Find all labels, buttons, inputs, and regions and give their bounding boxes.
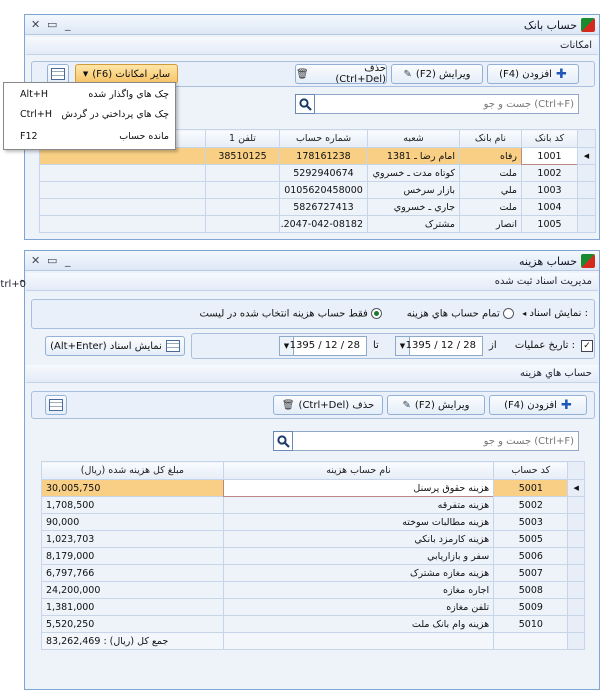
more-options-button[interactable]: سایر امکانات (F6) ▼ (75, 64, 178, 84)
edit-button[interactable]: ویرایش (F2) ✎ (391, 64, 483, 84)
show-docs-panel: ◂ نمایش اسناد : تمام حساب هاي هزينه فقط … (31, 299, 595, 329)
grid-icon (49, 399, 63, 411)
app-logo-icon (581, 254, 595, 268)
expense-window-titlebar: ✕ ▭ _ حساب هزینه (25, 251, 599, 271)
minimize-icon[interactable]: _ (65, 18, 71, 31)
search-input[interactable]: جست و جو (Ctrl+F) (273, 431, 579, 451)
table-row[interactable]: 5002 هزینه متفرقه 1,708,500 (41, 496, 585, 514)
col-header-account-number[interactable]: شماره حساب (279, 129, 368, 148)
date-from-picker[interactable]: ▼ 1395 / 12 / 28 (395, 336, 483, 356)
window-title: حساب هزینه (519, 255, 577, 268)
table-row[interactable]: 1004 ملت جاري ـ خسروي 5826727413 (39, 198, 596, 216)
section-header-docs: مدیریت اسناد ثبت شده ⌃ Ctrl+0 (0, 273, 598, 291)
total-row: جمع کل (ریال) : 83,262,469 (41, 632, 585, 650)
radio-all-accounts[interactable]: تمام حساب هاي هزينه (407, 308, 514, 320)
col-header-bank-code[interactable]: کد بانک (521, 129, 578, 148)
restore-icon[interactable]: ▭ (47, 254, 57, 267)
menu-item-transferred-cheques[interactable]: چک هاي واگذار شده Alt+H (4, 85, 175, 105)
search-icon[interactable] (295, 94, 315, 114)
search-input[interactable]: جست و جو (Ctrl+F) (295, 94, 579, 114)
grid-settings-button[interactable] (47, 64, 69, 84)
date-to-picker[interactable]: ▼ 1395 / 12 / 28 (279, 336, 367, 356)
col-header-bank-name[interactable]: نام بانک (459, 129, 522, 148)
plus-icon: ✚ (560, 397, 572, 413)
table-icon (165, 340, 180, 352)
table-row[interactable]: 5009 تلفن مغازه 1,381,000 (41, 598, 585, 616)
table-row[interactable]: 5010 هزینه وام بانک ملت 5,520,250 (41, 615, 585, 633)
table-row[interactable]: 5007 هزینه مغازه مشترک 6,797,766 (41, 564, 585, 582)
to-label: تا (373, 340, 379, 351)
plus-icon: ✚ (555, 66, 567, 82)
radio-circle-checked[interactable] (371, 308, 382, 319)
radio-selected-account[interactable]: فقط حساب هزينه انتخاب شده در ليست (199, 308, 382, 320)
radio-circle[interactable] (503, 308, 514, 319)
col-header-total-amount[interactable]: مبلغ کل هزینه شده (ریال) (41, 461, 224, 480)
delete-button[interactable]: حذف (Ctrl+Del) 🗑 (273, 395, 383, 415)
table-row[interactable]: 1003 ملي بازار سرخس 0105620458000 (39, 181, 596, 199)
bank-window-titlebar: ✕ ▭ _ حساب بانک (25, 15, 599, 35)
delete-button[interactable]: حذف (Ctrl+Del) 🗑 (295, 63, 387, 85)
row-pointer-icon: ◀ (577, 147, 596, 165)
table-row[interactable]: 5006 سفر و بازاریابي 8,179,000 (41, 547, 585, 565)
table-row[interactable]: 1002 ملت کوتاه مدت ـ خسروي 5292940674 (39, 164, 596, 182)
show-docs-label: ◂ نمایش اسناد : (522, 308, 588, 319)
expense-accounts-table: کد حساب نام حساب هزینه مبلغ کل هزینه شده… (41, 461, 585, 650)
add-button[interactable]: ✚ افزودن (F4) (487, 64, 579, 84)
table-row[interactable]: ◀ 5001 هزینه حقوق پرسنل 30,005,750 (41, 479, 585, 497)
table-row[interactable]: ◀ 1001 رفاه امام رضا ـ 1381 178161238 38… (39, 147, 596, 165)
trash-icon: 🗑 (281, 399, 295, 411)
section-header-options: امکانات (26, 37, 598, 55)
window-title: حساب بانک (523, 19, 577, 32)
total-label: جمع کل (ریال) : (103, 635, 169, 647)
minimize-icon[interactable]: _ (65, 254, 71, 267)
grid-icon (51, 68, 65, 80)
section-header-accounts: حساب هاي هزينه (26, 365, 598, 383)
close-icon[interactable]: ✕ (31, 18, 40, 31)
ops-date-checkbox[interactable]: ✓ (581, 340, 593, 352)
menu-item-account-balance[interactable]: مانده حساب F12 (4, 127, 175, 147)
pencil-icon: ✎ (402, 399, 411, 411)
table-row[interactable]: 5005 هزینه کارمزد بانکي 1,023,703 (41, 530, 585, 548)
restore-icon[interactable]: ▭ (47, 18, 57, 31)
expense-account-window: ✕ ▭ _ حساب هزینه مدیریت اسناد ثبت شده ⌃ … (0, 250, 600, 690)
row-pointer-icon: ◀ (567, 479, 585, 497)
grid-settings-button[interactable] (45, 395, 67, 415)
more-options-menu: چک هاي واگذار شده Alt+H چک هاي پرداختي د… (3, 82, 176, 150)
edit-button[interactable]: ویرایش (F2) ✎ (387, 395, 485, 415)
col-header-phone[interactable]: تلفن 1 (205, 129, 280, 148)
from-label: از (489, 340, 497, 351)
table-row[interactable]: 5008 اجاره مغازه 24,200,000 (41, 581, 585, 599)
ops-date-label: تاریخ عملیات : (514, 340, 575, 351)
col-header-account-name[interactable]: نام حساب هزینه (222, 461, 495, 480)
total-value: 83,262,469 (46, 635, 101, 647)
menu-item-paid-cheques[interactable]: چک هاي پرداختي در گردش Ctrl+H (4, 105, 175, 125)
trash-icon: 🗑 (296, 68, 309, 80)
app-logo-icon (581, 18, 595, 32)
search-icon[interactable] (273, 431, 293, 451)
bullet-icon: ◂ (522, 309, 527, 318)
table-row[interactable]: 1005 انصار مشترک 2047-042-08182... (39, 215, 596, 233)
show-docs-button[interactable]: نمایش اسناد (Alt+Enter) (45, 336, 185, 356)
table-row[interactable]: 5003 هزینه مطالبات سوخته 90,000 (41, 513, 585, 531)
close-icon[interactable]: ✕ (31, 254, 40, 267)
pencil-icon: ✎ (403, 68, 412, 80)
chevron-down-icon: ▼ (82, 70, 89, 78)
add-button[interactable]: ✚ افزودن (F4) (489, 395, 587, 415)
col-header-branch[interactable]: شعبه (367, 129, 460, 148)
col-header-account-code[interactable]: کد حساب (493, 461, 569, 480)
